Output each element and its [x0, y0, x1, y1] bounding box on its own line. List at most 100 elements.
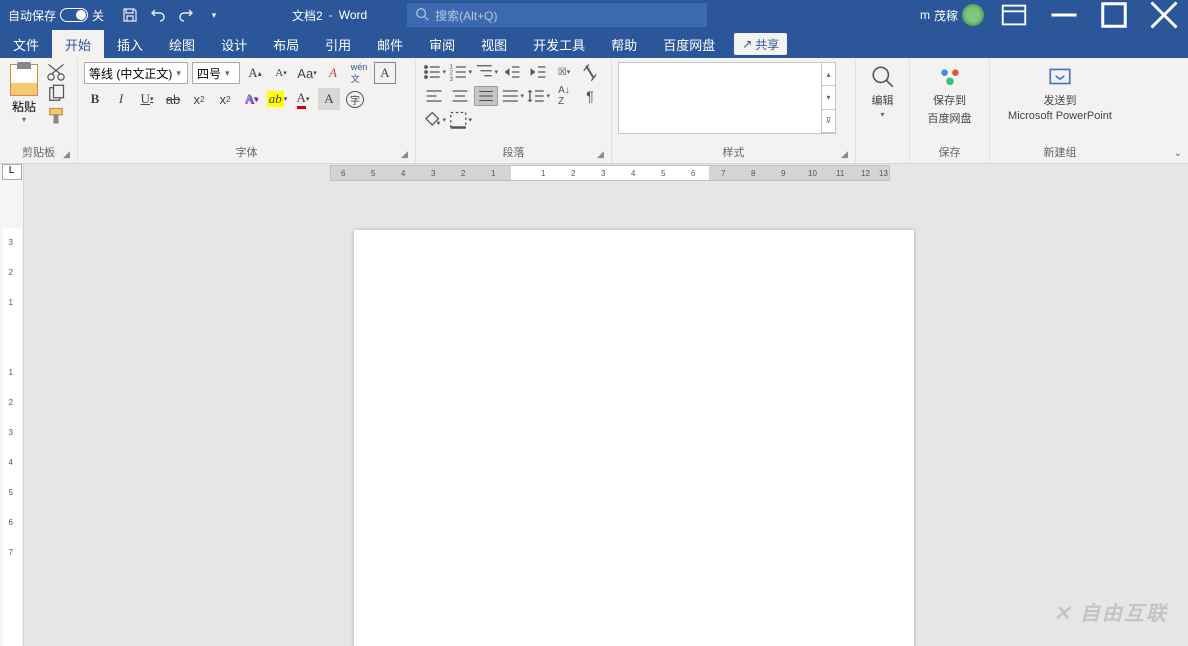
format-painter-icon[interactable] [46, 106, 66, 126]
gallery-up-icon[interactable]: ▴ [822, 63, 835, 86]
change-case-icon[interactable]: Aa▾ [296, 62, 318, 84]
multilevel-icon[interactable]: ▾ [474, 62, 498, 82]
vruler-track: 3 2 1 1 2 3 4 5 6 7 [3, 228, 21, 646]
clipboard-launcher[interactable]: ◢ [63, 149, 75, 161]
shading-icon[interactable]: ▾ [422, 110, 446, 130]
qat-dropdown-icon[interactable]: ▾ [206, 7, 222, 23]
tab-review[interactable]: 审阅 [416, 30, 468, 58]
save-baidu-button[interactable]: 保存到 百度网盘 [916, 62, 983, 128]
styles-launcher[interactable]: ◢ [841, 149, 853, 161]
minimize-button[interactable] [1044, 0, 1084, 30]
bold-button[interactable]: B [84, 88, 106, 110]
titlebar-right: m 茂稼 [920, 0, 1188, 30]
gallery-more-icon[interactable]: ⊽ [822, 110, 835, 133]
tab-file[interactable]: 文件 [0, 30, 52, 58]
decrease-indent-icon[interactable] [500, 62, 524, 82]
share-button[interactable]: ↗ 共享 [734, 33, 787, 55]
copy-icon[interactable] [46, 84, 66, 104]
baidu-icon [937, 64, 963, 90]
group-save: 保存到 百度网盘 保存 [910, 58, 990, 163]
user-name: 茂稼 [934, 7, 958, 24]
tab-draw[interactable]: 绘图 [156, 30, 208, 58]
highlight-icon[interactable]: ab▾ [266, 88, 288, 110]
tab-developer[interactable]: 开发工具 [520, 30, 598, 58]
asian-layout-icon[interactable]: ☒▾ [552, 62, 576, 82]
text-effects-icon[interactable]: A▾ [240, 88, 262, 110]
styles-gallery[interactable]: ▴ ▾ ⊽ [618, 62, 836, 134]
group-label-styles: 样式 [618, 145, 849, 161]
increase-indent-icon[interactable] [526, 62, 550, 82]
align-left-icon[interactable] [422, 86, 446, 106]
send-icon [1047, 64, 1073, 90]
redo-icon[interactable] [178, 7, 194, 23]
undo-icon[interactable] [150, 7, 166, 23]
document-canvas[interactable] [24, 182, 1188, 646]
collapse-ribbon-icon[interactable]: ⌄ [1174, 148, 1182, 159]
char-shading-icon[interactable]: A [318, 88, 340, 110]
user-prefix: m [920, 8, 930, 22]
tab-references[interactable]: 引用 [312, 30, 364, 58]
tab-selector[interactable]: L [2, 164, 22, 180]
tab-view[interactable]: 视图 [468, 30, 520, 58]
superscript-button[interactable]: x2 [214, 88, 236, 110]
search-input[interactable]: 搜索(Alt+Q) [407, 3, 707, 27]
autosave-label: 自动保存 [8, 7, 56, 24]
page-1[interactable] [354, 230, 914, 646]
line-spacing-icon[interactable]: ▾ [526, 86, 550, 106]
sort-icon[interactable]: A↓Z [552, 86, 576, 106]
group-label-paragraph: 段落 [422, 145, 605, 161]
search-large-icon [870, 64, 896, 90]
char-border-icon[interactable]: A [374, 62, 396, 84]
group-clipboard: 粘贴 ▾ 剪贴板 ◢ [0, 58, 78, 163]
cut-icon[interactable] [46, 62, 66, 82]
tab-baidu[interactable]: 百度网盘 [650, 30, 728, 58]
font-launcher[interactable]: ◢ [401, 149, 413, 161]
tab-insert[interactable]: 插入 [104, 30, 156, 58]
align-justify-icon[interactable] [474, 86, 498, 106]
underline-button[interactable]: U▾ [136, 88, 158, 110]
subscript-button[interactable]: x2 [188, 88, 210, 110]
save-icon[interactable] [122, 7, 138, 23]
enclose-char-icon[interactable]: 字 [344, 88, 366, 110]
group-edit: 编辑 ▾ [856, 58, 910, 163]
grow-font-icon[interactable]: A▴ [244, 62, 266, 84]
tab-help[interactable]: 帮助 [598, 30, 650, 58]
vertical-ruler[interactable]: L 3 2 1 1 2 3 4 5 6 7 [0, 164, 24, 646]
align-center-icon[interactable] [448, 86, 472, 106]
tab-mailings[interactable]: 邮件 [364, 30, 416, 58]
user-account[interactable]: m 茂稼 [920, 4, 984, 26]
bullets-icon[interactable]: ▾ [422, 62, 446, 82]
ribbon: 粘贴 ▾ 剪贴板 ◢ 等线 (中文正文)▾ 四号▾ A▴ A▾ Aa▾ A wé… [0, 58, 1188, 164]
tab-layout[interactable]: 布局 [260, 30, 312, 58]
tab-design[interactable]: 设计 [208, 30, 260, 58]
phonetic-icon[interactable]: wén文 [348, 62, 370, 84]
svg-text:3: 3 [449, 76, 453, 82]
autosave-toggle[interactable]: 自动保存 关 [0, 7, 112, 24]
shrink-font-icon[interactable]: A▾ [270, 62, 292, 84]
gallery-down-icon[interactable]: ▾ [822, 86, 835, 109]
paragraph-launcher[interactable]: ◢ [597, 149, 609, 161]
ribbon-display-options[interactable] [994, 0, 1034, 30]
font-size-combo[interactable]: 四号▾ [192, 62, 240, 84]
font-name-combo[interactable]: 等线 (中文正文)▾ [84, 62, 188, 84]
group-label-save: 保存 [916, 145, 983, 161]
close-button[interactable] [1144, 0, 1184, 30]
italic-button[interactable]: I [110, 88, 132, 110]
numbering-icon[interactable]: 123▾ [448, 62, 472, 82]
paragraph-marks-icon[interactable]: ¶ [578, 86, 602, 106]
send-ppt-button[interactable]: 发送到 Microsoft PowerPoint [996, 62, 1124, 124]
tab-home[interactable]: 开始 [52, 30, 104, 58]
borders-icon[interactable]: ▾ [448, 110, 472, 130]
paste-button[interactable]: 粘贴 ▾ [6, 62, 42, 126]
edit-button[interactable]: 编辑 ▾ [862, 62, 903, 121]
font-color-icon[interactable]: A▾ [292, 88, 314, 110]
watermark-logo: ✕ 自由互联 [1054, 597, 1168, 626]
group-paragraph: ▾ 123▾ ▾ ☒▾ ▾ ▾ A↓Z ¶ ▾ ▾ 段落 [416, 58, 612, 163]
show-marks-icon[interactable] [578, 62, 602, 82]
align-distribute-icon[interactable]: ▾ [500, 86, 524, 106]
strikethrough-button[interactable]: ab [162, 88, 184, 110]
clear-format-icon[interactable]: A [322, 62, 344, 84]
maximize-button[interactable] [1094, 0, 1134, 30]
horizontal-ruler[interactable]: 6 5 4 3 2 1 1 2 3 4 5 6 7 8 9 10 11 12 1… [24, 164, 1188, 182]
share-icon: ↗ [742, 37, 752, 51]
